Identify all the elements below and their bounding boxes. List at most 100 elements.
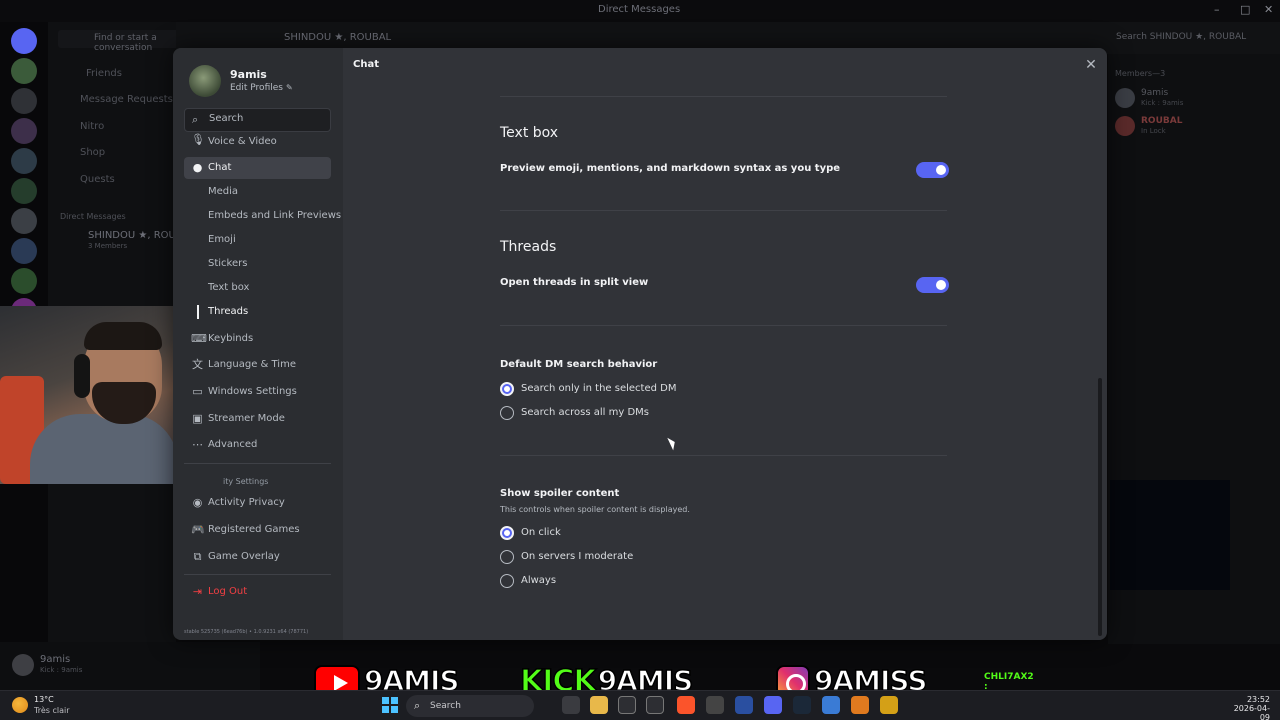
taskbar-search-label: Search: [430, 701, 461, 711]
shop-link[interactable]: Shop: [80, 147, 105, 158]
log-out-button[interactable]: ⇥ Log Out: [184, 581, 331, 603]
sidebar-subitem-embeds[interactable]: Embeds and Link Previews: [197, 206, 341, 226]
friends-link[interactable]: Friends: [86, 68, 122, 79]
radio-button[interactable]: [500, 406, 514, 420]
brave-browser-icon[interactable]: [677, 696, 695, 714]
sidebar-subitem-label: Threads: [208, 306, 249, 317]
app-icon[interactable]: [646, 696, 664, 714]
app-icon[interactable]: [618, 696, 636, 714]
radio-spoiler-on-click[interactable]: On click: [500, 524, 800, 542]
radio-button-checked[interactable]: [500, 526, 514, 540]
sidebar-item-streamer-mode[interactable]: ▣ Streamer Mode: [184, 408, 331, 430]
sidebar-item-activity-privacy[interactable]: ◉ Activity Privacy: [184, 492, 331, 514]
member-name: 9amis: [1141, 88, 1169, 98]
section-title-text-box: Text box: [500, 125, 559, 141]
minimize-icon[interactable]: –: [1214, 3, 1220, 16]
server-icon[interactable]: [11, 178, 37, 204]
app-icon[interactable]: [735, 696, 753, 714]
server-icon[interactable]: [11, 88, 37, 114]
member-name: ROUBAL: [1141, 116, 1183, 126]
sidebar-subitem-stickers[interactable]: Stickers: [197, 254, 331, 274]
taskbar-clock[interactable]: 23:52 2026-04-09: [1226, 695, 1270, 720]
scrollbar[interactable]: [1098, 378, 1102, 636]
task-view-icon[interactable]: [562, 696, 580, 714]
message-requests-link[interactable]: Message Requests: [80, 94, 173, 105]
app-icon[interactable]: [822, 696, 840, 714]
home-icon[interactable]: [11, 28, 37, 54]
sidebar-subitem-media[interactable]: Media: [197, 182, 331, 202]
sidebar-subitem-label: Emoji: [208, 234, 236, 245]
close-window-icon[interactable]: ✕: [1264, 3, 1273, 16]
mouse-cursor-icon: [667, 435, 678, 451]
activity-settings-header: ity Settings: [223, 477, 269, 486]
user-panel: 9amis Kick : 9amis: [0, 642, 260, 690]
activity-icon: ◉: [192, 496, 203, 509]
sidebar-item-language-time[interactable]: 文 Language & Time: [184, 354, 331, 376]
server-icon[interactable]: [11, 238, 37, 264]
maximize-icon[interactable]: □: [1240, 3, 1250, 16]
advanced-icon: ⋯: [192, 438, 203, 451]
sidebar-subitem-text-box[interactable]: Text box: [197, 278, 331, 298]
app-icon[interactable]: [706, 696, 724, 714]
sidebar-item-game-overlay[interactable]: ⧉ Game Overlay: [184, 546, 331, 568]
sidebar-item-voice-video[interactable]: 🎙 Voice & Video: [184, 133, 331, 149]
server-icon[interactable]: [11, 268, 37, 294]
edit-profiles-link[interactable]: Edit Profiles ✎: [230, 83, 293, 93]
sidebar-item-advanced[interactable]: ⋯ Advanced: [184, 434, 331, 456]
sidebar-item-chat[interactable]: ● Chat: [184, 157, 331, 179]
sidebar-subitem-label: Embeds and Link Previews: [208, 210, 342, 221]
overlay-icon: ⧉: [193, 550, 202, 563]
sidebar-subitem-emoji[interactable]: Emoji: [197, 230, 331, 250]
streamer-icon: ▣: [192, 412, 203, 425]
sidebar-item-registered-games[interactable]: 🎮 Registered Games: [184, 519, 331, 541]
preview-markdown-toggle[interactable]: [916, 162, 949, 178]
chat-message: CHLI7AX2 :: [984, 672, 1034, 692]
sidebar-item-keybinds[interactable]: ⌨ Keybinds: [184, 328, 331, 350]
channel-search[interactable]: Search SHINDOU ★, ROUBAL: [1116, 32, 1246, 42]
user-name: 9amis: [40, 654, 71, 665]
sidebar-subitem-threads[interactable]: Threads: [197, 302, 331, 322]
settings-search[interactable]: ⌕: [184, 108, 331, 132]
radio-spoiler-moderate[interactable]: On servers I moderate: [500, 548, 800, 566]
nitro-link[interactable]: Nitro: [80, 121, 104, 132]
sidebar-subitem-label: Stickers: [208, 258, 248, 269]
file-explorer-icon[interactable]: [590, 696, 608, 714]
server-icon[interactable]: [11, 118, 37, 144]
sidebar-item-label: Keybinds: [208, 333, 254, 344]
server-icon[interactable]: [11, 148, 37, 174]
divider: [500, 325, 947, 326]
weather-icon[interactable]: [12, 697, 28, 713]
sidebar-item-label: Streamer Mode: [208, 413, 285, 424]
split-view-toggle[interactable]: [916, 277, 949, 293]
windows-start-icon[interactable]: [382, 697, 398, 713]
quests-link[interactable]: Quests: [80, 174, 115, 185]
radio-button[interactable]: [500, 550, 514, 564]
radio-search-all-dms[interactable]: Search across all my DMs: [500, 404, 800, 422]
discord-icon[interactable]: [764, 696, 782, 714]
rockstar-icon[interactable]: [880, 696, 898, 714]
page-title: Chat: [353, 59, 379, 70]
member-status: In Lock: [1141, 127, 1166, 135]
radio-search-selected-dm[interactable]: Search only in the selected DM: [500, 380, 800, 398]
close-icon[interactable]: ✕: [1083, 57, 1099, 73]
sidebar-item-label: Voice & Video: [208, 136, 277, 147]
radio-spoiler-always[interactable]: Always: [500, 572, 800, 590]
radio-button-checked[interactable]: [500, 382, 514, 396]
sidebar-item-windows-settings[interactable]: ▭ Windows Settings: [184, 381, 331, 403]
radio-button[interactable]: [500, 574, 514, 588]
member-row[interactable]: 9amis Kick : 9amis: [1115, 86, 1275, 110]
steam-icon[interactable]: [793, 696, 811, 714]
dm-header: Direct Messages: [60, 212, 126, 221]
dm-group-name[interactable]: SHINDOU ★, ROU: [88, 230, 176, 241]
avatar[interactable]: [12, 654, 34, 676]
server-icon[interactable]: [11, 208, 37, 234]
sidebar-item-label: Activity Privacy: [208, 497, 285, 508]
taskbar-search[interactable]: ⌕ Search: [406, 695, 534, 717]
avatar[interactable]: [189, 65, 221, 97]
settings-search-input[interactable]: [209, 113, 327, 124]
member-row[interactable]: ROUBAL In Lock: [1115, 114, 1275, 138]
webcam-overlay: [0, 306, 178, 484]
server-icon[interactable]: [11, 58, 37, 84]
avatar: [1115, 116, 1135, 136]
app-icon[interactable]: [851, 696, 869, 714]
